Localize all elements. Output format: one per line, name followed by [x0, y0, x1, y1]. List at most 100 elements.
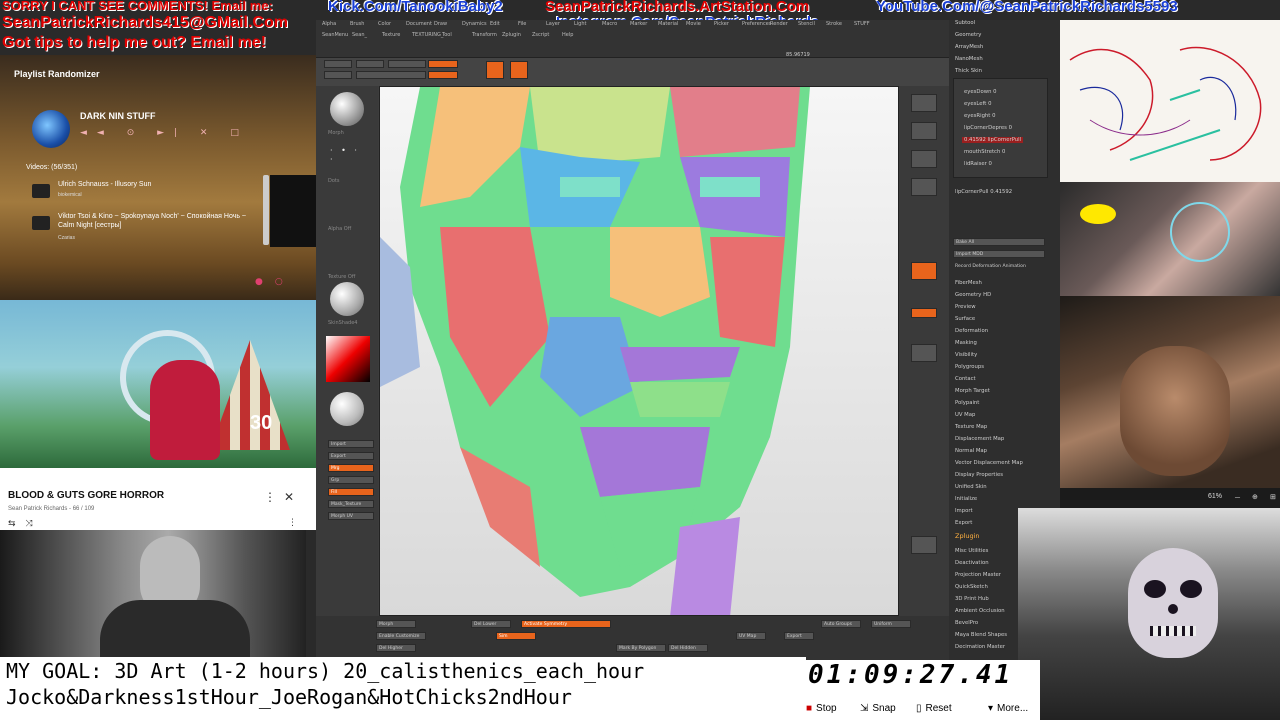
- zplugin-item[interactable]: Decimation Master: [955, 644, 1005, 650]
- shelf-button[interactable]: [356, 71, 426, 79]
- zplugin-item[interactable]: 3D Print Hub: [955, 596, 989, 602]
- stop-button[interactable]: ■ Stop: [806, 703, 837, 714]
- zbrush-menu-tab[interactable]: Color: [378, 21, 391, 27]
- tray-button[interactable]: [911, 150, 937, 168]
- zplugin-item[interactable]: BevelPro: [955, 620, 978, 626]
- palette-item[interactable]: Surface: [955, 316, 975, 322]
- palette-item[interactable]: Texture Map: [955, 424, 987, 430]
- zplugin-item[interactable]: Ambient Occlusion: [955, 608, 1005, 614]
- uv-map-button[interactable]: UV Map: [736, 632, 766, 640]
- morph-item[interactable]: eyesDown 0: [964, 89, 996, 95]
- morph-button[interactable]: Morph: [376, 620, 416, 628]
- loop-icon[interactable]: ⇆: [8, 519, 26, 529]
- enable-customize-button[interactable]: Enable Customize: [376, 632, 426, 640]
- zbrush-menu-tab[interactable]: SeanMenu: [322, 32, 348, 38]
- record-deformation-button[interactable]: Record Deformation Animation: [955, 264, 1026, 269]
- zbrush-menu-tab[interactable]: Picker: [714, 21, 729, 27]
- draw-mode-button[interactable]: [510, 61, 528, 79]
- morph-item[interactable]: lipCornerDepres 0: [964, 125, 1012, 131]
- tray-button[interactable]: [911, 536, 937, 554]
- reset-button[interactable]: ▯ Reset: [916, 703, 952, 714]
- tray-button-active[interactable]: [911, 308, 937, 318]
- fill-button[interactable]: Fill: [328, 488, 374, 496]
- morph-item[interactable]: lidRaiser 0: [964, 161, 992, 167]
- activate-symmetry-button[interactable]: Activate Symmetry: [521, 620, 611, 628]
- zbrush-menu-tab[interactable]: Help: [562, 32, 573, 38]
- brush-sphere-preview[interactable]: [330, 92, 364, 126]
- palette-item[interactable]: Visibility: [955, 352, 977, 358]
- auto-groups-button[interactable]: Auto Groups: [821, 620, 861, 628]
- morph-item[interactable]: eyesLeft 0: [964, 101, 991, 107]
- secondary-sphere-preview[interactable]: [330, 392, 364, 426]
- zbrush-menu-tab[interactable]: Edit: [490, 21, 500, 27]
- palette-item[interactable]: Displacement Map: [955, 436, 1004, 442]
- palette-item[interactable]: Thick Skin: [955, 68, 982, 74]
- zbrush-menu-tab[interactable]: Marker: [630, 21, 647, 27]
- sim-button[interactable]: Sim: [496, 632, 536, 640]
- zbrush-menu-tab[interactable]: Layer: [546, 21, 560, 27]
- zbrush-menu-tab[interactable]: Stencil: [798, 21, 815, 27]
- zbrush-menu-tab[interactable]: Document: [406, 21, 432, 27]
- palette-item[interactable]: Vector Displacement Map: [955, 460, 1023, 466]
- grp-button[interactable]: Grp: [328, 476, 374, 484]
- zbrush-menu-tab[interactable]: Render: [770, 21, 788, 27]
- zbrush-menu-tab[interactable]: Texture: [382, 32, 400, 38]
- export-button[interactable]: Export: [328, 452, 374, 460]
- close-icon[interactable]: ✕: [284, 490, 294, 504]
- zplugin-item[interactable]: Projection Master: [955, 572, 1001, 578]
- shelf-button[interactable]: [388, 60, 426, 68]
- shelf-button[interactable]: [356, 60, 384, 68]
- palette-item[interactable]: Polypaint: [955, 400, 979, 406]
- zbrush-menu-tab[interactable]: TEXTURING_: [412, 32, 443, 38]
- palette-item[interactable]: NanoMesh: [955, 56, 983, 62]
- zbrush-menu-tab[interactable]: Movie: [686, 21, 701, 27]
- zbrush-menu-tab[interactable]: Alpha: [322, 21, 336, 27]
- shuffle-icon[interactable]: ⤨: [26, 519, 43, 529]
- palette-item[interactable]: Unified Skin: [955, 484, 987, 490]
- palette-item[interactable]: Geometry: [955, 32, 981, 38]
- import-mdd-button[interactable]: Import MDD: [953, 250, 1045, 258]
- palette-item[interactable]: Import: [955, 508, 973, 514]
- tray-button[interactable]: [911, 122, 937, 140]
- del-higher-button[interactable]: Del Higher: [376, 644, 416, 652]
- zplugin-item[interactable]: Deactivation: [955, 560, 989, 566]
- color-picker[interactable]: [326, 336, 370, 382]
- zbrush-menu-tab[interactable]: Stroke: [826, 21, 842, 27]
- del-hidden-button[interactable]: Del Hidden: [668, 644, 708, 652]
- zbrush-menu-tab[interactable]: Light: [574, 21, 586, 27]
- mask-texture-button[interactable]: Mask_Texture: [328, 500, 374, 508]
- mrg-button[interactable]: Mrg: [328, 464, 374, 472]
- zoom-out-icon[interactable]: －: [1234, 493, 1241, 503]
- tray-button[interactable]: [911, 94, 937, 112]
- palette-item[interactable]: Export: [955, 520, 972, 526]
- palette-item[interactable]: ArrayMesh: [955, 44, 983, 50]
- palette-item[interactable]: FiberMesh: [955, 280, 982, 286]
- zbrush-menu-tab[interactable]: File: [518, 21, 526, 27]
- zplugin-item[interactable]: Misc Utilities: [955, 548, 988, 554]
- morph-item[interactable]: mouthStretch 0: [964, 149, 1005, 155]
- snap-button[interactable]: ⇲ Snap: [860, 703, 896, 714]
- tray-button[interactable]: [911, 178, 937, 196]
- shelf-button-active[interactable]: [428, 60, 458, 68]
- palette-item[interactable]: UV Map: [955, 412, 975, 418]
- more-button[interactable]: ▾ More...: [988, 703, 1028, 714]
- palette-item[interactable]: Polygroups: [955, 364, 984, 370]
- list-item[interactable]: Ulrich Schnauss - Illusory Sun biokemica…: [28, 178, 264, 208]
- uniform-button[interactable]: Uniform: [871, 620, 911, 628]
- zbrush-menu-tab[interactable]: Dynamics: [462, 21, 487, 27]
- del-lower-button[interactable]: Del Lower: [471, 620, 511, 628]
- more-vert-icon[interactable]: ⋮: [288, 518, 297, 528]
- palette-item[interactable]: Masking: [955, 340, 977, 346]
- zbrush-menu-tab[interactable]: Transform: [472, 32, 497, 38]
- zbrush-menu-tab[interactable]: Sean_: [352, 32, 367, 38]
- tray-button-active[interactable]: [911, 262, 937, 280]
- zbrush-menu-tab[interactable]: Preferences: [742, 21, 771, 27]
- edit-mode-button[interactable]: [486, 61, 504, 79]
- zbrush-menu-tab[interactable]: Brush: [350, 21, 364, 27]
- palette-item[interactable]: Morph Target: [955, 388, 990, 394]
- morph-item-selected[interactable]: 0.41592 lipCornerPull: [962, 137, 1024, 143]
- zbrush-menu-tab[interactable]: Zscript: [532, 32, 549, 38]
- zbrush-menu-tab[interactable]: Tool: [442, 32, 452, 38]
- fit-icon[interactable]: ⊞: [1270, 493, 1276, 501]
- material-preview[interactable]: [330, 282, 364, 316]
